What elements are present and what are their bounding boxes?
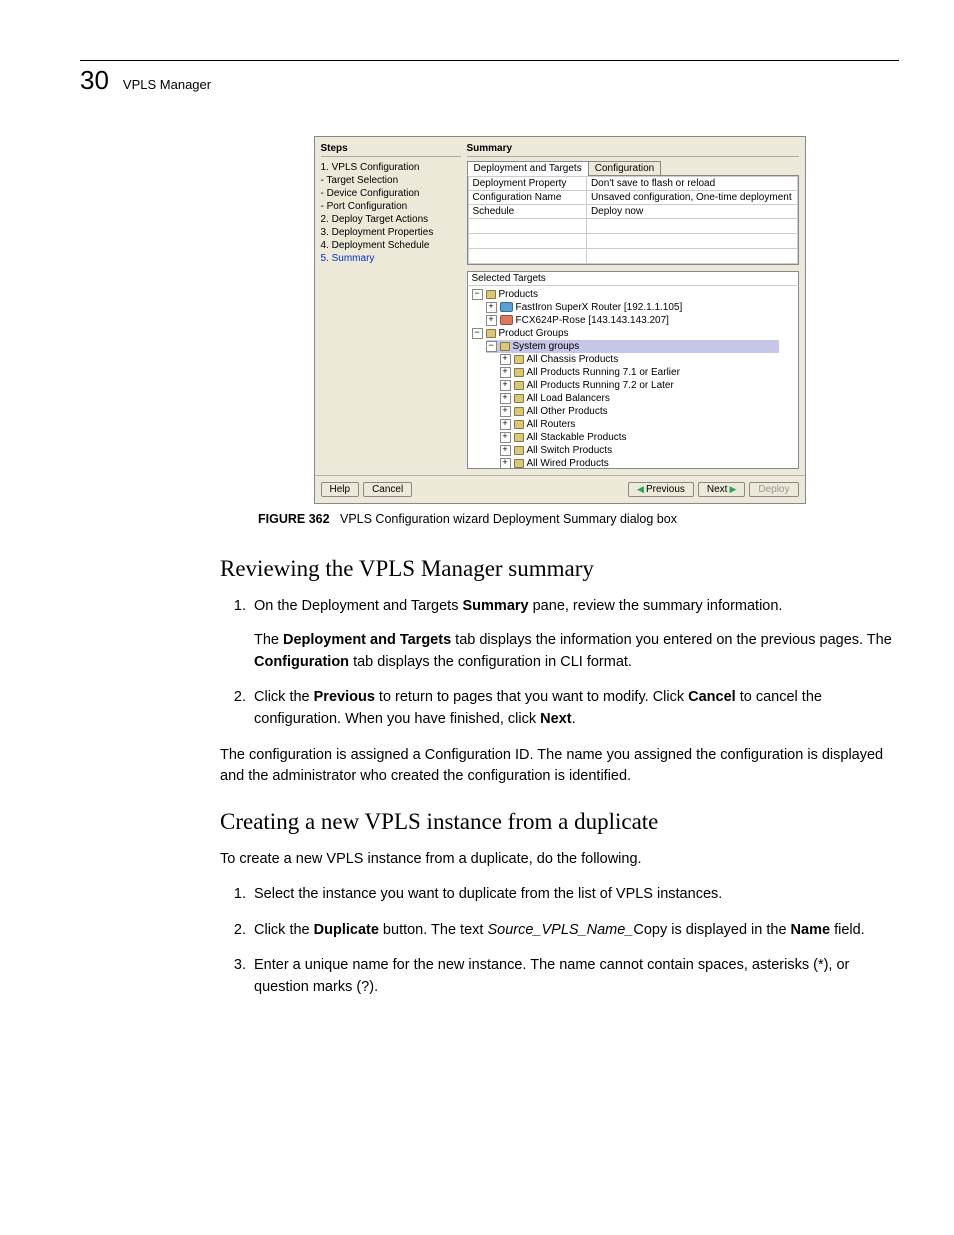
step-current: 5. Summary xyxy=(321,252,461,265)
tree-expand-icon[interactable]: + xyxy=(500,380,511,391)
tree-expand-icon[interactable]: + xyxy=(500,432,511,443)
dialog-button-bar: Help Cancel ◀Previous Next▶ Deploy xyxy=(315,475,805,503)
group-icon xyxy=(514,381,524,390)
summary-panel: Summary Deployment and Targets Configura… xyxy=(467,141,799,469)
deploy-button[interactable]: Deploy xyxy=(749,482,798,497)
tree-expand-icon[interactable]: + xyxy=(500,445,511,456)
tree-item[interactable]: FCX624P-Rose [143.143.143.207] xyxy=(516,315,669,326)
group-icon xyxy=(500,342,510,351)
tree-item[interactable]: FastIron SuperX Router [192.1.1.105] xyxy=(516,302,683,313)
prop-key: Schedule xyxy=(468,205,586,219)
tree-item[interactable]: All Products Running 7.2 or Later xyxy=(527,380,674,391)
list-item: Click the Previous to return to pages th… xyxy=(250,687,899,731)
tree-product-groups[interactable]: Product Groups xyxy=(499,328,569,339)
tree-item[interactable]: All Switch Products xyxy=(527,445,613,456)
tree-item[interactable]: All Load Balancers xyxy=(527,393,610,404)
tree-collapse-icon[interactable]: − xyxy=(472,328,483,339)
paragraph: To create a new VPLS instance from a dup… xyxy=(220,849,899,870)
tree-item[interactable]: All Wired Products xyxy=(527,458,609,469)
step-item: 4. Deployment Schedule xyxy=(321,239,461,252)
tree-expand-icon[interactable]: + xyxy=(500,354,511,365)
tree-expand-icon[interactable]: + xyxy=(486,302,497,313)
group-icon xyxy=(514,368,524,377)
group-icon xyxy=(514,394,524,403)
section-heading-duplicate: Creating a new VPLS instance from a dupl… xyxy=(220,809,899,835)
figure-text: VPLS Configuration wizard Deployment Sum… xyxy=(340,512,677,526)
wizard-dialog: Steps 1. VPLS Configuration - Target Sel… xyxy=(314,136,806,504)
tree-system-groups[interactable]: System groups xyxy=(513,341,580,352)
prop-key: Deployment Property xyxy=(468,177,586,191)
paragraph: The configuration is assigned a Configur… xyxy=(220,745,899,787)
tab-configuration[interactable]: Configuration xyxy=(588,161,661,176)
step-sub-item: - Device Configuration xyxy=(321,187,461,200)
page-header: 30 VPLS Manager xyxy=(80,60,899,96)
group-icon xyxy=(514,355,524,364)
page-title: VPLS Manager xyxy=(123,77,211,92)
tree-item[interactable]: All Stackable Products xyxy=(527,432,627,443)
device-icon xyxy=(500,315,513,325)
group-icon xyxy=(514,407,524,416)
step-item: 3. Deployment Properties xyxy=(321,226,461,239)
group-icon xyxy=(514,420,524,429)
step-sub-item: - Target Selection xyxy=(321,174,461,187)
help-button[interactable]: Help xyxy=(321,482,360,497)
tree-item[interactable]: All Chassis Products xyxy=(527,354,619,365)
tree-collapse-icon[interactable]: − xyxy=(472,289,483,300)
triangle-right-icon: ▶ xyxy=(729,484,736,494)
tree-expand-icon[interactable]: + xyxy=(500,458,511,469)
prop-val: Don't save to flash or reload xyxy=(586,177,797,191)
tree-item[interactable]: All Other Products xyxy=(527,406,608,417)
tab-deployment[interactable]: Deployment and Targets xyxy=(467,161,589,176)
page-number: 30 xyxy=(80,65,109,96)
tree-item[interactable]: All Products Running 7.1 or Earlier xyxy=(527,367,680,378)
prop-val: Unsaved configuration, One-time deployme… xyxy=(586,191,797,205)
previous-button[interactable]: ◀Previous xyxy=(628,482,694,497)
list-item: On the Deployment and Targets Summary pa… xyxy=(250,596,899,673)
router-icon xyxy=(500,302,513,312)
group-icon xyxy=(514,459,524,468)
figure-caption: FIGURE 362 VPLS Configuration wizard Dep… xyxy=(258,512,899,526)
steps-title: Steps xyxy=(321,141,461,157)
cancel-button[interactable]: Cancel xyxy=(363,482,412,497)
list-item: Click the Duplicate button. The text Sou… xyxy=(250,920,899,942)
targets-tree[interactable]: − Products + FastIron SuperX Router [192.1… xyxy=(467,286,799,469)
tree-item[interactable]: All Routers xyxy=(527,419,576,430)
tree-expand-icon[interactable]: + xyxy=(500,406,511,417)
prop-key: Configuration Name xyxy=(468,191,586,205)
summary-table: Deployment PropertyDon't save to flash o… xyxy=(468,176,798,264)
step-sub-item: - Port Configuration xyxy=(321,200,461,213)
tree-expand-icon[interactable]: + xyxy=(500,367,511,378)
section-heading-review: Reviewing the VPLS Manager summary xyxy=(220,556,899,582)
summary-title: Summary xyxy=(467,141,799,157)
group-icon xyxy=(514,446,524,455)
step-item: 1. VPLS Configuration xyxy=(321,161,461,174)
group-icon xyxy=(486,329,496,338)
tree-expand-icon[interactable]: + xyxy=(500,393,511,404)
list-item: Select the instance you want to duplicat… xyxy=(250,884,899,906)
group-icon xyxy=(514,433,524,442)
tree-products[interactable]: Products xyxy=(499,289,538,300)
prop-val: Deploy now xyxy=(586,205,797,219)
tree-expand-icon[interactable]: + xyxy=(500,419,511,430)
next-button[interactable]: Next▶ xyxy=(698,482,745,497)
triangle-left-icon: ◀ xyxy=(637,484,644,494)
figure-number: FIGURE 362 xyxy=(258,512,330,526)
selected-targets-title: Selected Targets xyxy=(467,271,799,286)
tree-collapse-icon[interactable]: − xyxy=(486,341,497,352)
tree-expand-icon[interactable]: + xyxy=(486,315,497,326)
step-item: 2. Deploy Target Actions xyxy=(321,213,461,226)
steps-panel: Steps 1. VPLS Configuration - Target Sel… xyxy=(321,141,461,469)
list-item: Enter a unique name for the new instance… xyxy=(250,955,899,999)
group-icon xyxy=(486,290,496,299)
